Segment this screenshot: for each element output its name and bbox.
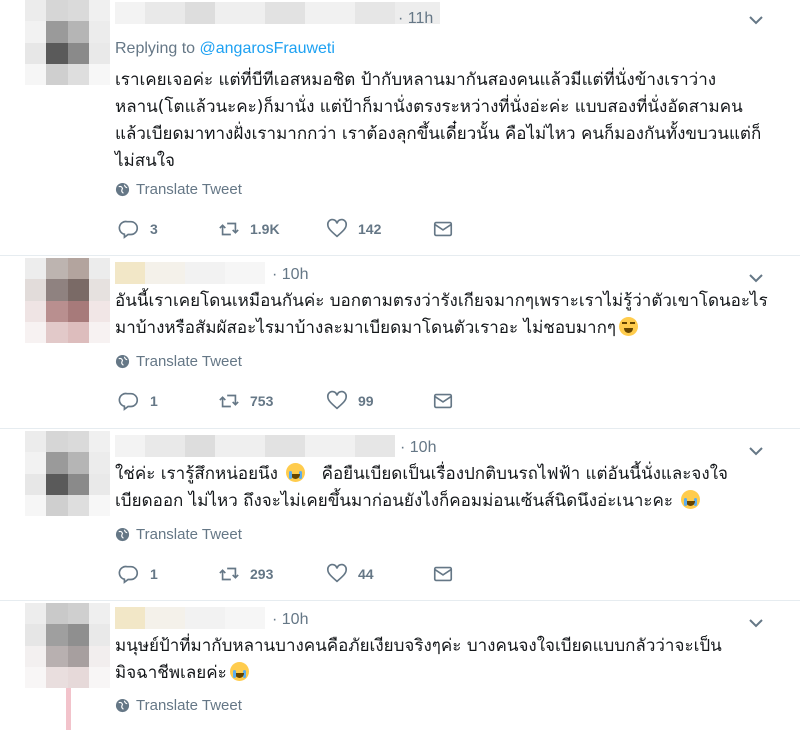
retweet-count: 1.9K bbox=[250, 221, 280, 237]
globe-icon bbox=[115, 698, 130, 713]
reply-button[interactable]: 3 bbox=[118, 218, 218, 240]
reply-count: 1 bbox=[150, 393, 158, 409]
user-name-blurred[interactable] bbox=[115, 607, 265, 629]
heart-icon bbox=[327, 563, 347, 583]
user-name-blurred[interactable] bbox=[115, 2, 440, 24]
translate-tweet-link[interactable]: Translate Tweet bbox=[115, 697, 242, 714]
reply-button[interactable]: 1 bbox=[118, 563, 218, 585]
envelope-icon bbox=[433, 566, 453, 582]
direct-message-button[interactable] bbox=[432, 218, 454, 240]
retweet-icon bbox=[219, 394, 239, 408]
tears-of-joy-emoji bbox=[286, 463, 306, 482]
tweet-text-line: ไม่สนใจ bbox=[115, 151, 176, 171]
translate-tweet-link[interactable]: Translate Tweet bbox=[115, 353, 242, 370]
tweet-divider bbox=[0, 255, 800, 256]
tweet-timestamp[interactable]: · 10h bbox=[272, 611, 308, 629]
reply-icon bbox=[118, 220, 139, 239]
tweet-actions: 1 293 44 bbox=[118, 563, 454, 585]
heart-icon bbox=[327, 218, 347, 238]
avatar[interactable] bbox=[25, 603, 110, 688]
reply-button[interactable]: 1 bbox=[118, 390, 218, 412]
tears-of-joy-emoji bbox=[681, 490, 701, 509]
tweet-text-segment: ใช่ค่ะ เรารู้สึกหน่อยนึง bbox=[115, 464, 278, 484]
tweet-text-line: มาบ้างหรือสัมผัสอะไรมาบ้างละมาเบียดมาโดน… bbox=[115, 315, 775, 342]
translate-label: Translate Tweet bbox=[136, 526, 242, 543]
tweet-text: มนุษย์ป้าที่มากับหลานบางคนคือภัยเงียบจริ… bbox=[115, 633, 775, 687]
chevron-down-icon[interactable] bbox=[748, 12, 764, 28]
reply-count: 3 bbox=[150, 221, 158, 237]
tired-face-emoji bbox=[619, 317, 639, 336]
user-name-blurred[interactable] bbox=[115, 435, 395, 457]
globe-icon bbox=[115, 182, 130, 197]
tweet-text-line: มิจฉาชีพเลยค่ะ bbox=[115, 660, 775, 687]
avatar[interactable] bbox=[25, 431, 110, 516]
retweet-count: 293 bbox=[250, 566, 274, 582]
replying-prefix: Replying to bbox=[115, 40, 196, 57]
tweet-text-line: เบียดออก ไม่ไหว ถึงจะไม่เคยขึ้นมาก่อนยัง… bbox=[115, 488, 775, 515]
tweet-text: ใช่ค่ะ เรารู้สึกหน่อยนึง คือยืนเบียดเป็น… bbox=[115, 461, 775, 515]
loudly-crying-face-emoji bbox=[229, 662, 249, 681]
tweet[interactable]: · 11h Replying to @angarosFrauweti เราเค… bbox=[0, 0, 800, 255]
like-count: 142 bbox=[358, 221, 382, 237]
translate-label: Translate Tweet bbox=[136, 353, 242, 370]
tweet-text-line: ใช่ค่ะ เรารู้สึกหน่อยนึง คือยืนเบียดเป็น… bbox=[115, 461, 775, 488]
avatar[interactable] bbox=[25, 0, 110, 85]
tweet-divider bbox=[0, 428, 800, 429]
tweet-timestamp[interactable]: · 10h bbox=[272, 266, 308, 284]
reply-icon bbox=[118, 565, 139, 584]
direct-message-button[interactable] bbox=[432, 390, 454, 412]
retweet-button[interactable]: 1.9K bbox=[218, 218, 326, 240]
tweet-text-segment: มาบ้างหรือสัมผัสอะไรมาบ้างละมาเบียดมาโดน… bbox=[115, 318, 617, 338]
chevron-down-icon[interactable] bbox=[748, 270, 764, 286]
direct-message-button[interactable] bbox=[432, 563, 454, 585]
like-count: 99 bbox=[358, 393, 374, 409]
translate-label: Translate Tweet bbox=[136, 697, 242, 714]
envelope-icon bbox=[433, 393, 453, 409]
like-button[interactable]: 99 bbox=[326, 390, 432, 412]
tweet[interactable]: · 10h อันนี้เราเคยโดนเหมือนกันค่ะ บอกตาม… bbox=[0, 258, 800, 428]
like-button[interactable]: 142 bbox=[326, 218, 432, 240]
like-button[interactable]: 44 bbox=[326, 563, 432, 585]
heart-icon bbox=[327, 390, 347, 410]
tweet-text-segment: มิจฉาชีพเลยค่ะ bbox=[115, 663, 227, 683]
replying-to: Replying to @angarosFrauweti bbox=[115, 40, 335, 58]
translate-tweet-link[interactable]: Translate Tweet bbox=[115, 181, 242, 198]
replying-handle-link[interactable]: @angarosFrauweti bbox=[200, 40, 335, 57]
retweet-button[interactable]: 753 bbox=[218, 390, 326, 412]
tweet-text-segment: คือยืนเบียดเป็นเรื่องปกติบนรถไฟฟ้า แต่อั… bbox=[321, 464, 728, 484]
tweet-actions: 3 1.9K 142 bbox=[118, 218, 454, 240]
tweet-text: เราเคยเจอค่ะ แต่ที่บีทีเอสหมอชิต ป้ากับห… bbox=[115, 67, 775, 175]
chevron-down-icon[interactable] bbox=[748, 615, 764, 631]
retweet-icon bbox=[219, 567, 239, 581]
tweet-text-line: เราเคยเจอค่ะ แต่ที่บีทีเอสหมอชิต ป้ากับห… bbox=[115, 70, 717, 90]
tweet-text: อันนี้เราเคยโดนเหมือนกันค่ะ บอกตามตรงว่า… bbox=[115, 288, 775, 342]
tweet-actions: 1 753 99 bbox=[118, 390, 454, 412]
reply-count: 1 bbox=[150, 566, 158, 582]
like-count: 44 bbox=[358, 566, 374, 582]
tweet-timestamp[interactable]: · 10h bbox=[400, 439, 436, 457]
envelope-icon bbox=[433, 221, 453, 237]
avatar[interactable] bbox=[25, 258, 110, 343]
retweet-count: 753 bbox=[250, 393, 274, 409]
tweet-divider bbox=[0, 600, 800, 601]
tweet-text-line: อันนี้เราเคยโดนเหมือนกันค่ะ บอกตามตรงว่า… bbox=[115, 291, 768, 311]
tweet-text-line: แล้วเบียดมาทางฝั่งเรามากกว่า เราต้องลุกข… bbox=[115, 124, 762, 144]
translate-label: Translate Tweet bbox=[136, 181, 242, 198]
translate-tweet-link[interactable]: Translate Tweet bbox=[115, 526, 242, 543]
tweet-text-line: หลาน(โตแล้วนะคะ)ก็มานั่ง แต่ป้าก็มานั่งต… bbox=[115, 97, 743, 117]
tweet-text-segment: เบียดออก ไม่ไหว ถึงจะไม่เคยขึ้นมาก่อนยัง… bbox=[115, 491, 673, 511]
retweet-button[interactable]: 293 bbox=[218, 563, 326, 585]
reply-icon bbox=[118, 392, 139, 411]
tweet[interactable]: · 10h ใช่ค่ะ เรารู้สึกหน่อยนึง คือยืนเบี… bbox=[0, 431, 800, 601]
globe-icon bbox=[115, 527, 130, 542]
globe-icon bbox=[115, 354, 130, 369]
user-name-blurred[interactable] bbox=[115, 262, 265, 284]
tweet[interactable]: · 10h มนุษย์ป้าที่มากับหลานบางคนคือภัยเง… bbox=[0, 603, 800, 730]
chevron-down-icon[interactable] bbox=[748, 443, 764, 459]
tweet-timestamp[interactable]: · 11h bbox=[398, 10, 433, 28]
tweet-text-line: มนุษย์ป้าที่มากับหลานบางคนคือภัยเงียบจริ… bbox=[115, 636, 722, 656]
retweet-icon bbox=[219, 222, 239, 236]
